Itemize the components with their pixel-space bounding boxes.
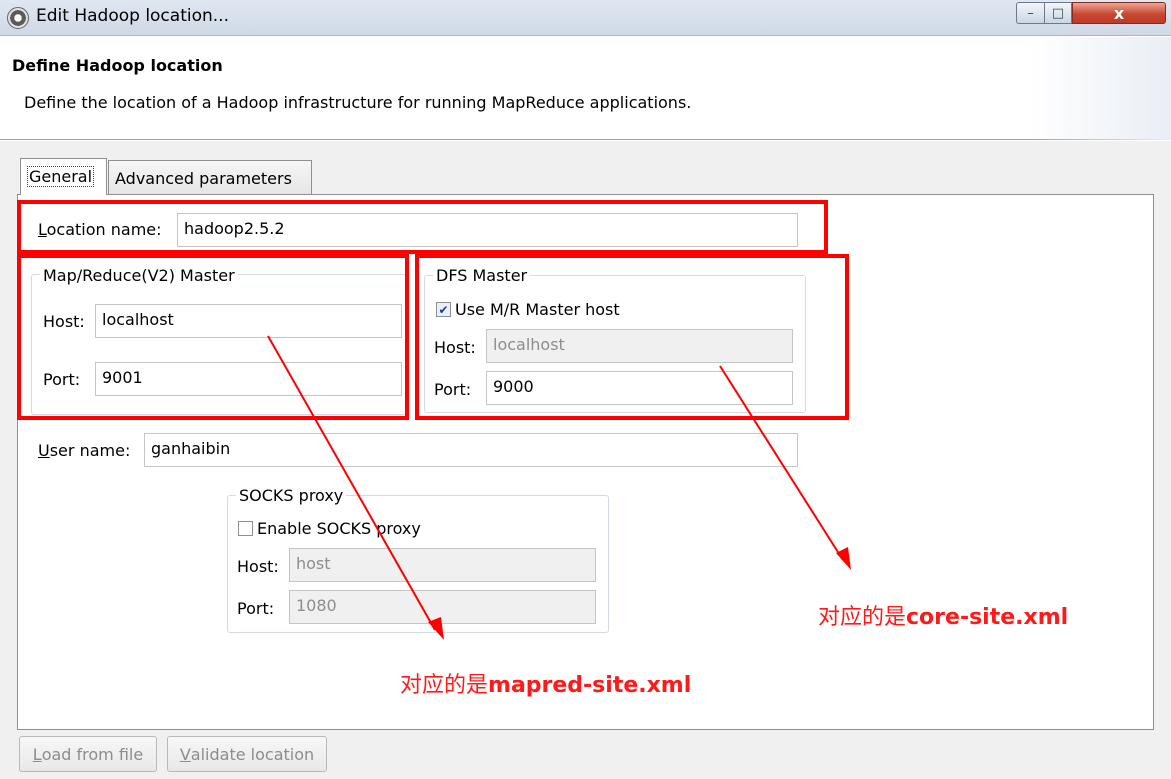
mapred-site-annotation: 对应的是mapred-site.xml xyxy=(400,673,692,698)
tab-general[interactable]: General xyxy=(20,158,107,195)
mapred-arrow-line xyxy=(267,335,436,631)
annotation-arrows xyxy=(267,335,851,640)
load-from-file-button[interactable]: Load from file xyxy=(19,736,157,772)
validate-location-button[interactable]: Validate location xyxy=(167,736,327,772)
core-arrowhead xyxy=(836,547,851,570)
tab-label: General xyxy=(27,166,95,187)
core-arrow-line xyxy=(719,365,844,561)
core-site-annotation: 对应的是core-site.xml xyxy=(818,605,1069,630)
